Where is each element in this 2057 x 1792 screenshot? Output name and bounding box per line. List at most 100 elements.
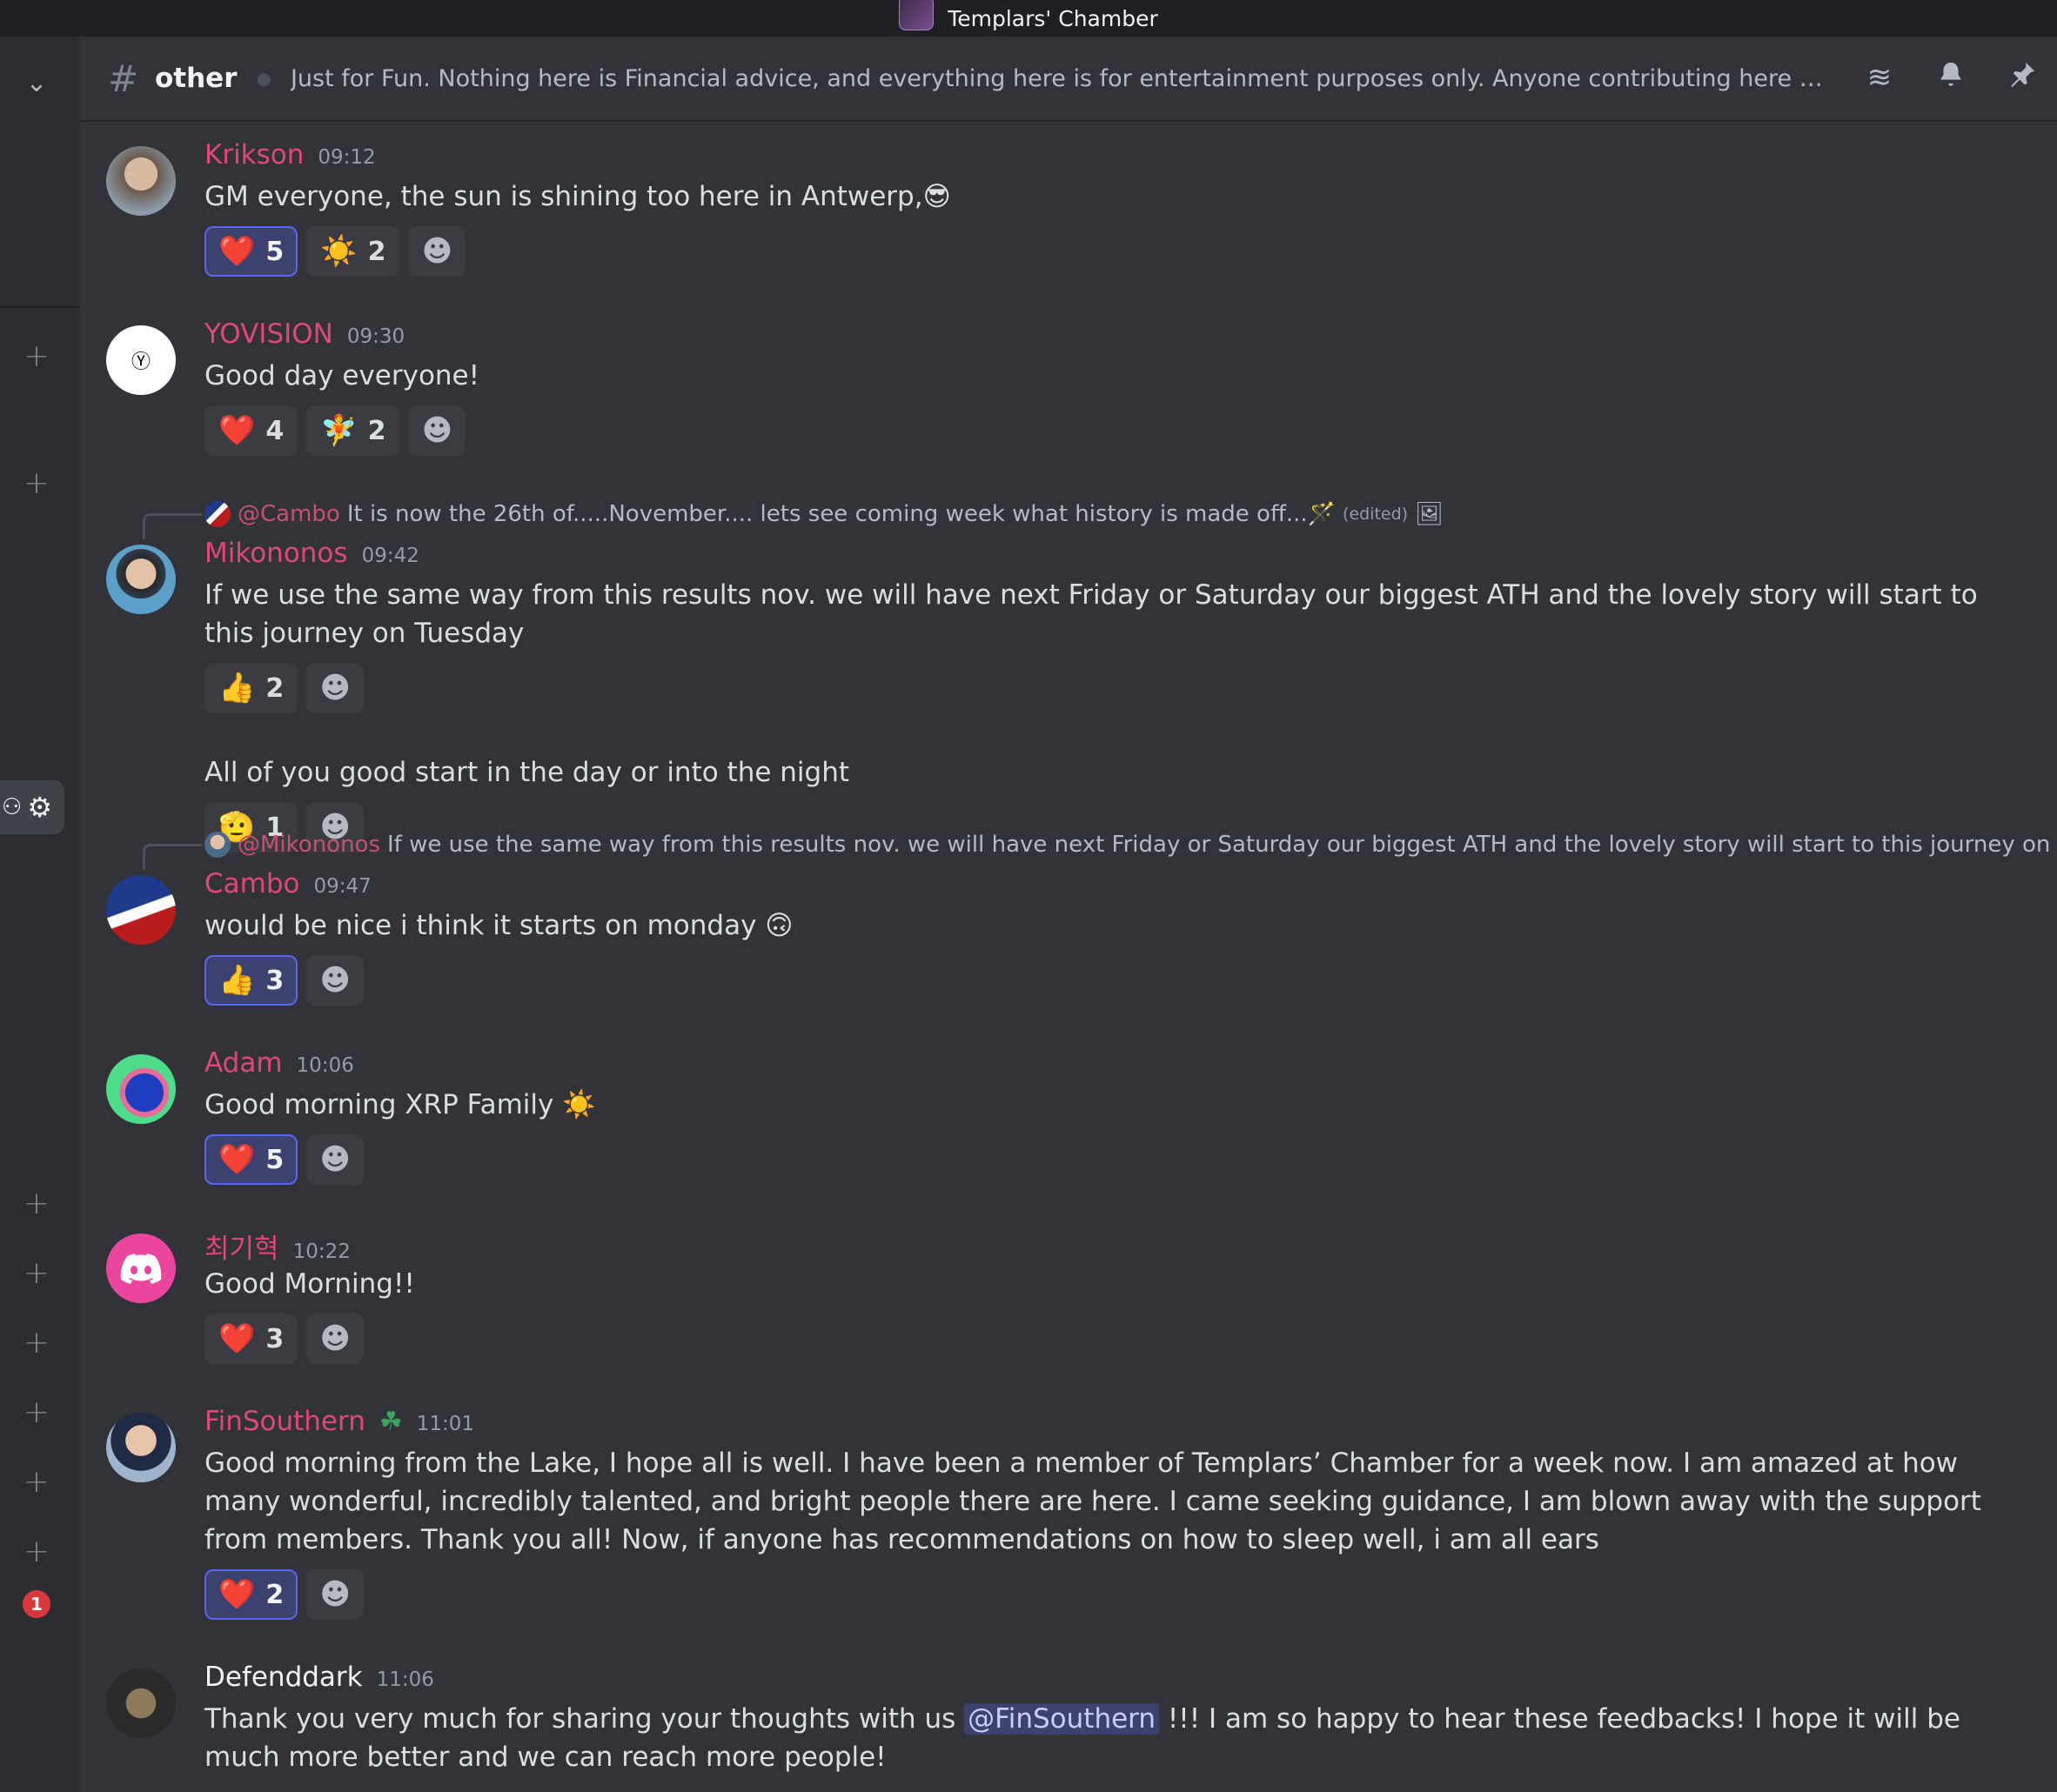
- reaction-count: 2: [265, 1579, 285, 1610]
- reaction-button[interactable]: ❤️ 3: [204, 1314, 298, 1364]
- avatar[interactable]: Ⓨ: [106, 325, 176, 395]
- add-channel-plus-icon[interactable]: +: [19, 1465, 54, 1500]
- window-titlebar: Templars' Chamber: [0, 0, 2057, 37]
- heart-icon: ❤️: [218, 1321, 256, 1356]
- reaction-count: 5: [265, 1144, 285, 1175]
- timestamp: 10:22: [292, 1240, 351, 1263]
- add-reaction-icon[interactable]: ☻: [306, 1134, 365, 1185]
- avatar[interactable]: [106, 1234, 176, 1303]
- chevron-down-icon[interactable]: ⌄: [19, 66, 54, 101]
- reaction-count: 3: [265, 965, 285, 996]
- header-separator: ●: [256, 68, 271, 89]
- thumbs-up-icon: 👍: [218, 671, 256, 705]
- add-reaction-icon[interactable]: ☻: [306, 1569, 365, 1620]
- reply-preview[interactable]: @Cambo It is now the 26th of.....Novembe…: [204, 501, 1444, 527]
- add-reaction-icon[interactable]: ☻: [408, 226, 466, 277]
- author-name[interactable]: Adam: [204, 1047, 283, 1079]
- message-text: Good morning XRP Family ☀️: [204, 1089, 596, 1120]
- reply-author[interactable]: @Cambo: [238, 501, 340, 527]
- reply-connector: [143, 844, 202, 870]
- reply-author[interactable]: @Mikononos: [238, 832, 380, 858]
- avatar[interactable]: [106, 1413, 176, 1482]
- add-reaction-icon[interactable]: ☻: [408, 405, 466, 456]
- channel-header: # other ● Just for Fun. Nothing here is …: [80, 37, 2057, 122]
- reply-avatar: [204, 501, 231, 527]
- reactions: ❤️ 5 ☻: [204, 1134, 2022, 1185]
- reaction-count: 4: [265, 415, 285, 446]
- add-reaction-icon[interactable]: ☻: [306, 663, 365, 713]
- notification-badge: 1: [23, 1590, 50, 1618]
- heart-icon: ❤️: [218, 1577, 256, 1612]
- author-name[interactable]: FinSouthern: [204, 1406, 365, 1437]
- timestamp: 09:42: [361, 545, 419, 567]
- user-mention[interactable]: @FinSouthern: [964, 1703, 1160, 1735]
- channel-settings-button[interactable]: ⚇ ⚙: [0, 780, 64, 834]
- reactions: 👍 3 ☻: [204, 955, 2022, 1006]
- message-text: If we use the same way from this results…: [204, 579, 1978, 649]
- avatar[interactable]: [106, 1668, 176, 1738]
- reaction-button[interactable]: ❤️ 4: [204, 405, 298, 456]
- window-title: Templars' Chamber: [948, 5, 1158, 31]
- add-channel-plus-icon[interactable]: +: [19, 339, 54, 374]
- message-text: Thank you very much for sharing your tho…: [204, 1700, 2022, 1776]
- message-text: Good day everyone!: [204, 360, 480, 391]
- reply-text: It is now the 26th of.....November.... l…: [346, 501, 1337, 527]
- reply-connector: [143, 513, 202, 539]
- fairy-icon: 🧚: [320, 413, 358, 448]
- reaction-button[interactable]: 👍 2: [204, 663, 298, 713]
- pin-icon[interactable]: [2005, 60, 2040, 97]
- author-name[interactable]: YOVISION: [204, 318, 333, 350]
- channel-topic[interactable]: Just for Fun. Nothing here is Financial …: [291, 65, 1831, 92]
- message-text: Good Morning!!: [204, 1268, 415, 1300]
- heart-icon: ❤️: [218, 413, 256, 448]
- avatar[interactable]: [106, 146, 176, 216]
- add-channel-plus-icon[interactable]: +: [19, 1395, 54, 1430]
- channel-name: other: [155, 63, 238, 94]
- reaction-count: 2: [367, 236, 386, 267]
- add-channel-plus-icon[interactable]: +: [19, 1535, 54, 1569]
- channel-sidebar: ⌄ + + ⚇ ⚙ + + + + + + 1: [0, 37, 80, 1792]
- add-channel-plus-icon[interactable]: +: [19, 1326, 54, 1361]
- add-channel-plus-icon[interactable]: +: [19, 1256, 54, 1291]
- reaction-button[interactable]: ☀️ 2: [306, 226, 400, 277]
- reaction-count: 2: [367, 415, 386, 446]
- add-reaction-icon[interactable]: ☻: [306, 1314, 365, 1364]
- author-name[interactable]: Cambo: [204, 868, 299, 899]
- hash-icon: #: [108, 57, 139, 100]
- gear-icon[interactable]: ⚙: [27, 791, 52, 824]
- discord-logo-icon: [120, 1254, 162, 1284]
- author-name[interactable]: Krikson: [204, 139, 304, 171]
- heart-icon: ❤️: [218, 234, 256, 269]
- bell-icon[interactable]: [1933, 60, 1968, 97]
- reactions: ❤️ 4 🧚 2 ☻: [204, 405, 2022, 456]
- message-text: Good morning from the Lake, I hope all i…: [204, 1448, 1981, 1555]
- reactions: ❤️ 2 ☻: [204, 1569, 2022, 1620]
- message-text: GM everyone, the sun is shining too here…: [204, 181, 951, 212]
- reply-preview[interactable]: @Mikononos If we use the same way from t…: [204, 832, 2057, 858]
- reactions: ❤️ 3 ☻: [204, 1314, 2022, 1364]
- threads-icon[interactable]: ≋: [1862, 60, 1897, 97]
- reaction-count: 2: [265, 672, 285, 704]
- timestamp: 11:01: [416, 1413, 475, 1435]
- reaction-button[interactable]: ❤️ 5: [204, 1134, 298, 1185]
- add-channel-plus-icon[interactable]: +: [19, 1187, 54, 1221]
- add-reaction-icon[interactable]: ☻: [306, 955, 365, 1006]
- reaction-button[interactable]: 🧚 2: [306, 405, 400, 456]
- reaction-button[interactable]: 👍 3: [204, 955, 298, 1006]
- timestamp: 11:06: [376, 1668, 434, 1691]
- add-channel-plus-icon[interactable]: +: [19, 466, 54, 501]
- invite-icon[interactable]: ⚇: [2, 794, 22, 820]
- sun-icon: ☀️: [320, 234, 358, 269]
- author-name[interactable]: 최기혁: [204, 1227, 279, 1266]
- message-text: All of you good start in the day or into…: [204, 757, 850, 788]
- reaction-count: 5: [265, 236, 285, 267]
- avatar[interactable]: [106, 875, 176, 945]
- reply-text: If we use the same way from this results…: [387, 832, 2057, 858]
- reaction-button[interactable]: ❤️ 5: [204, 226, 298, 277]
- reply-avatar: [204, 832, 231, 858]
- avatar[interactable]: [106, 545, 176, 614]
- author-name[interactable]: Defenddark: [204, 1662, 363, 1693]
- avatar[interactable]: [106, 1054, 176, 1124]
- reaction-button[interactable]: ❤️ 2: [204, 1569, 298, 1620]
- author-name[interactable]: Mikononos: [204, 538, 348, 569]
